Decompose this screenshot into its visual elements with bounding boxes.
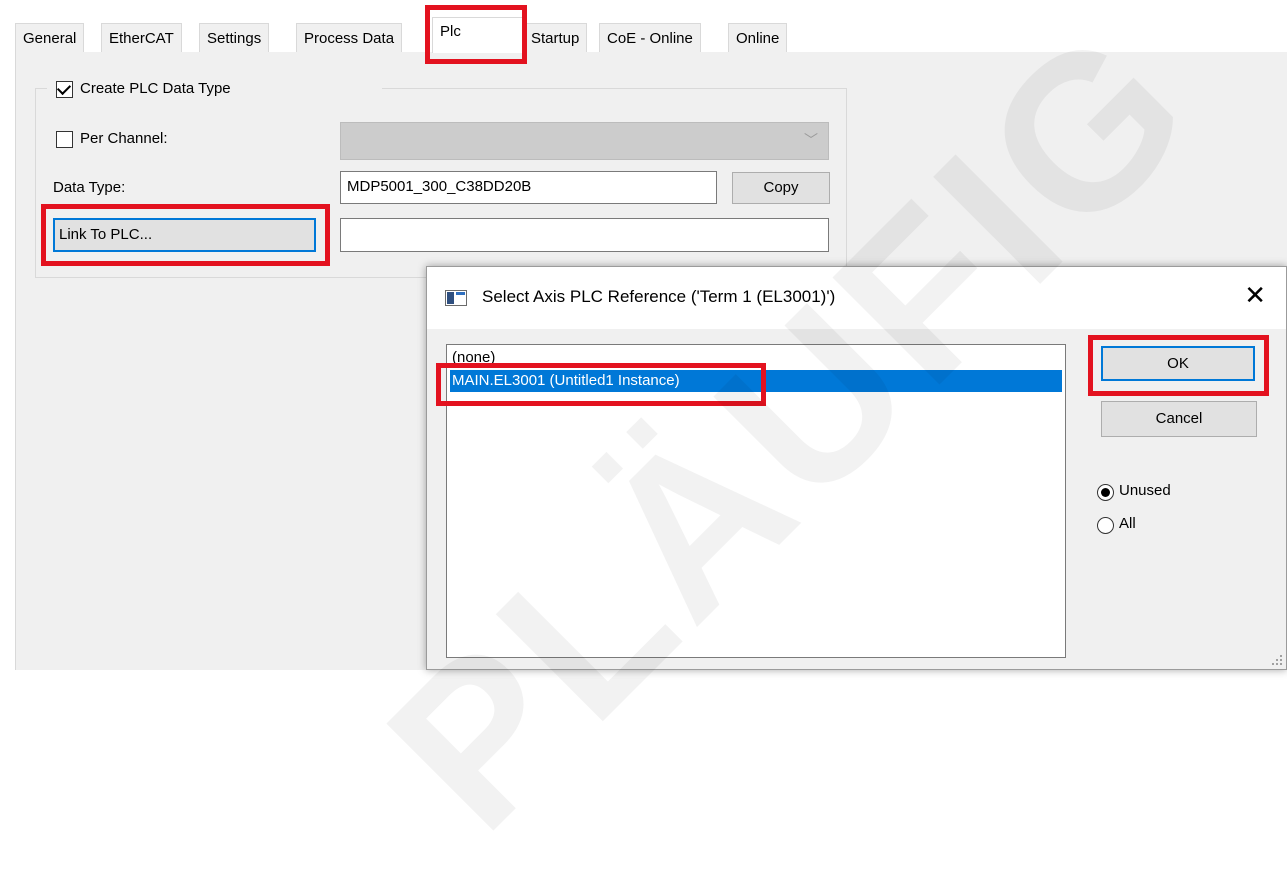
list-item[interactable]: (none) — [450, 347, 495, 369]
tab-settings[interactable]: Settings — [199, 23, 270, 52]
window-icon — [445, 290, 467, 306]
tab-plc[interactable]: Plc — [432, 17, 524, 53]
tab-startup[interactable]: Startup — [523, 23, 588, 52]
tab-bar: General EtherCAT Settings Process Data P… — [0, 0, 1287, 53]
tab-online[interactable]: Online — [728, 23, 788, 52]
data-type-field[interactable]: MDP5001_300_C38DD20B — [340, 171, 717, 204]
copy-button[interactable]: Copy — [732, 172, 830, 204]
link-to-plc-button[interactable]: Link To PLC... — [53, 218, 316, 252]
tab-general[interactable]: General — [15, 23, 85, 52]
close-icon[interactable]: ✕ — [1244, 281, 1266, 309]
radio-selected-dot — [1101, 488, 1110, 497]
dialog-title: Select Axis PLC Reference ('Term 1 (EL30… — [482, 287, 836, 306]
create-plc-data-type-checkbox[interactable] — [56, 80, 73, 98]
resize-grip-icon[interactable] — [1272, 655, 1282, 665]
dialog-title-bar: Select Axis PLC Reference ('Term 1 (EL30… — [427, 267, 1286, 329]
checkmark-icon — [56, 80, 72, 96]
data-type-label: Data Type: — [53, 179, 126, 196]
per-channel-checkbox[interactable] — [56, 131, 73, 148]
tab-process-data[interactable]: Process Data — [296, 23, 403, 52]
ok-button[interactable]: OK — [1101, 346, 1255, 381]
cancel-button[interactable]: Cancel — [1101, 401, 1257, 437]
radio-unused-label: Unused — [1119, 482, 1171, 499]
reference-list[interactable]: (none) MAIN.EL3001 (Untitled1 Instance) — [446, 344, 1066, 658]
per-channel-label: Per Channel: — [80, 130, 168, 147]
radio-all[interactable] — [1097, 517, 1114, 534]
radio-all-label: All — [1119, 515, 1136, 532]
chevron-down-icon: ﹀ — [804, 132, 818, 148]
tab-ethercat[interactable]: EtherCAT — [101, 23, 182, 52]
link-value-field[interactable] — [340, 218, 829, 252]
per-channel-dropdown[interactable]: ﹀ — [340, 122, 829, 160]
tab-coe-online[interactable]: CoE - Online — [599, 23, 701, 52]
radio-unused[interactable] — [1097, 484, 1114, 501]
list-item-selected[interactable]: MAIN.EL3001 (Untitled1 Instance) — [450, 370, 1062, 392]
select-axis-plc-reference-dialog: Select Axis PLC Reference ('Term 1 (EL30… — [426, 266, 1287, 670]
create-plc-data-type-label: Create PLC Data Type — [80, 80, 231, 97]
